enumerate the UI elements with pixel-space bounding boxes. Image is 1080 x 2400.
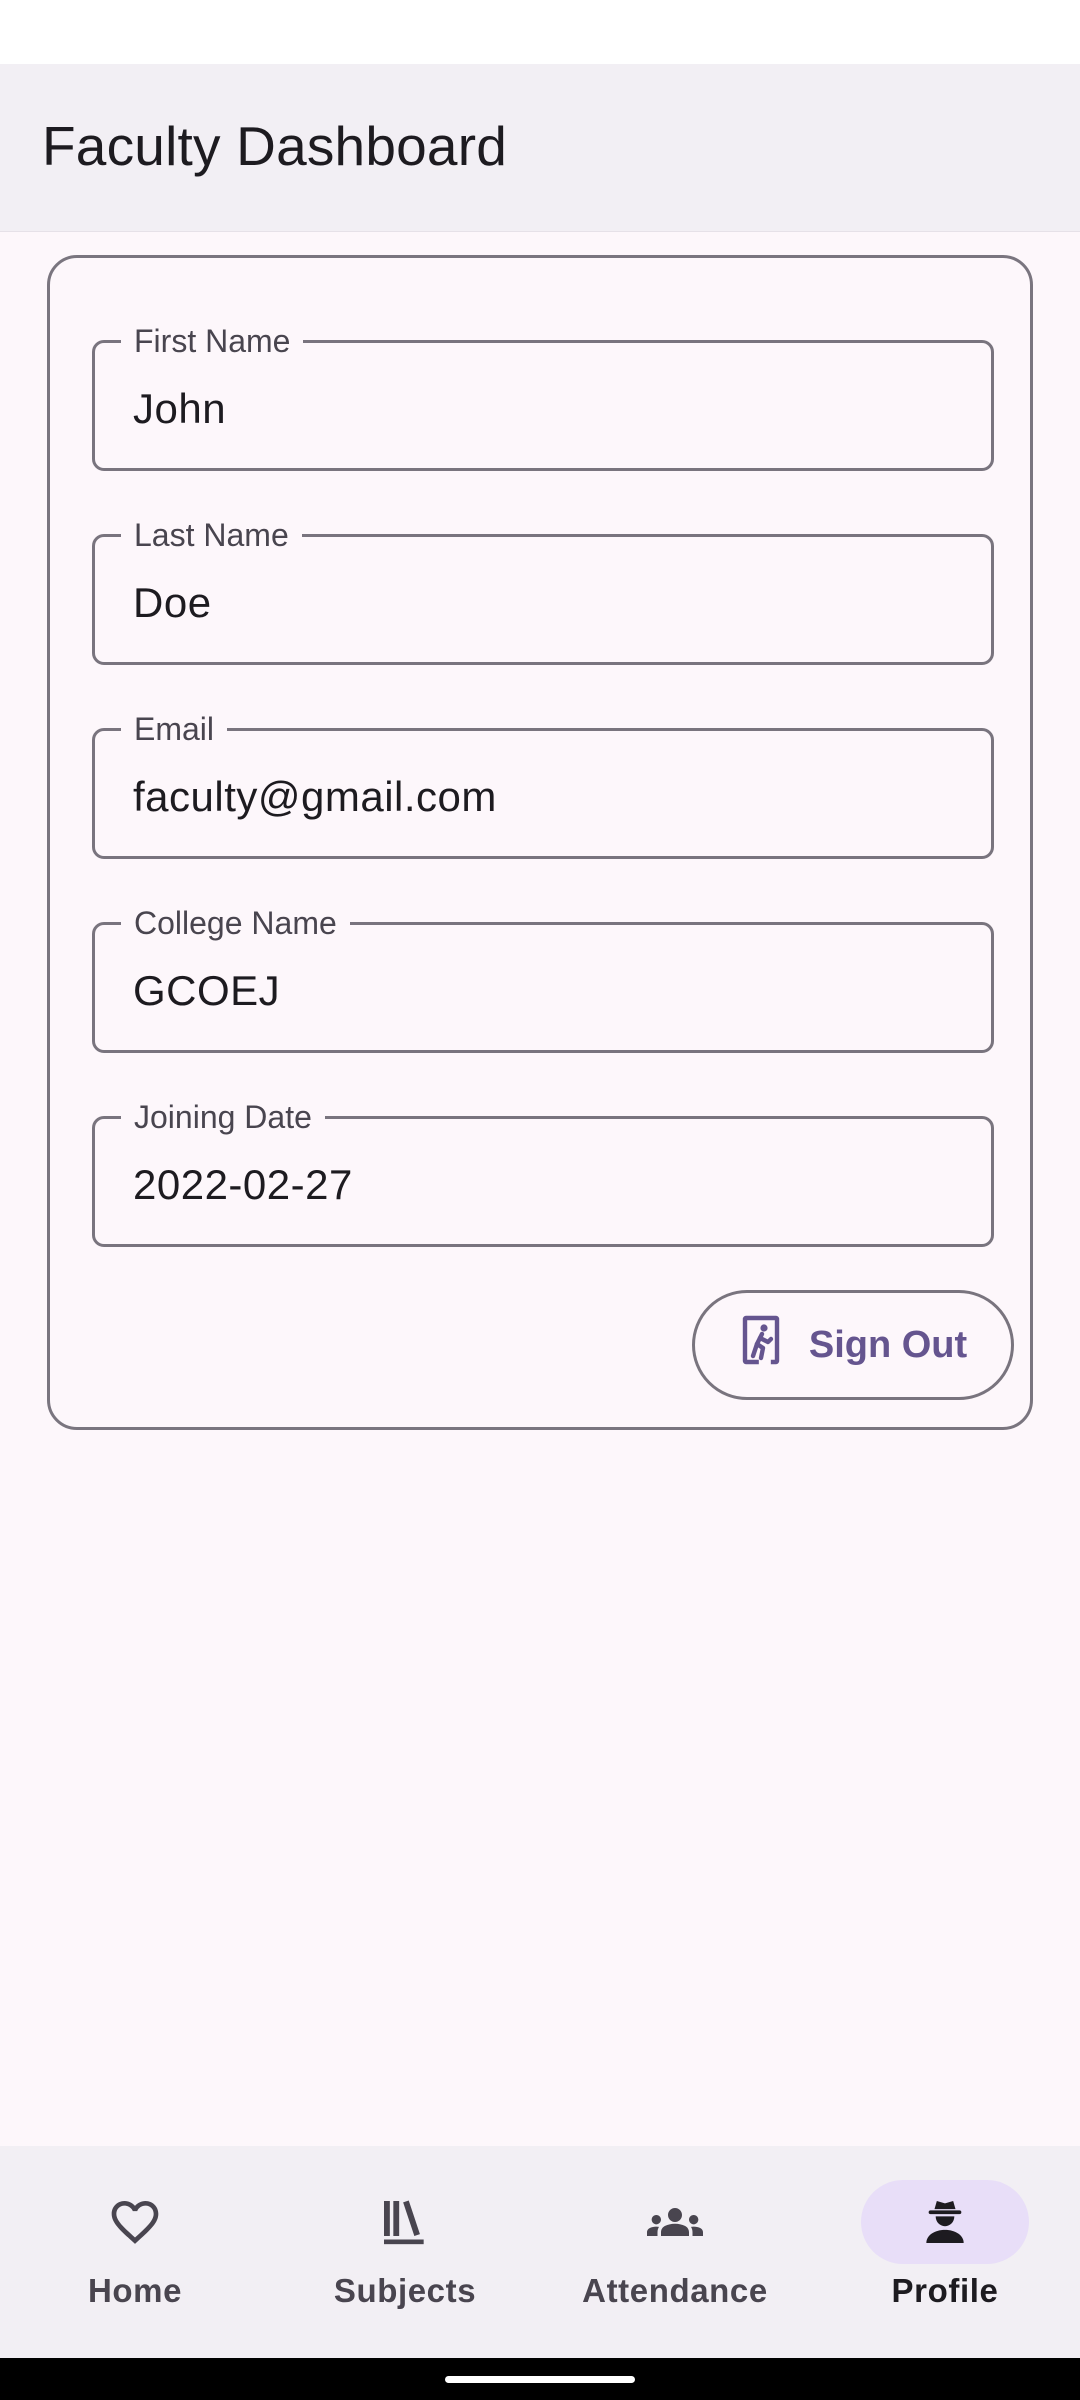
group-icon — [647, 2208, 703, 2236]
joining-date-label: Joining Date — [121, 1097, 325, 1137]
nav-indicator-active — [861, 2180, 1029, 2264]
nav-label-attendance: Attendance — [582, 2272, 768, 2309]
page-title: Faculty Dashboard — [42, 115, 508, 177]
detective-icon — [926, 2201, 964, 2243]
sign-out-label: Sign Out — [808, 1323, 968, 1366]
nav-indicator — [591, 2180, 759, 2264]
nav-item-profile[interactable]: Profile — [810, 2146, 1080, 2358]
books-icon — [384, 2200, 424, 2245]
home-gesture-handle[interactable] — [445, 2376, 635, 2383]
nav-indicator — [321, 2180, 489, 2264]
status-bar — [0, 0, 1080, 64]
nav-indicator — [51, 2180, 219, 2264]
system-gesture-bar — [0, 2358, 1080, 2400]
nav-item-attendance[interactable]: Attendance — [540, 2146, 810, 2358]
college-name-field[interactable]: College Name GCOEJ — [92, 903, 994, 1053]
exit-icon — [739, 1314, 783, 1376]
app-bar: Faculty Dashboard — [0, 64, 1080, 232]
joining-date-field[interactable]: Joining Date 2022-02-27 — [92, 1097, 994, 1247]
first-name-label: First Name — [121, 321, 304, 361]
first-name-field[interactable]: First Name John — [92, 321, 994, 471]
last-name-value: Doe — [133, 579, 212, 626]
nav-item-home[interactable]: Home — [0, 2146, 270, 2358]
heart-icon — [111, 2201, 159, 2244]
email-label: Email — [121, 709, 228, 749]
last-name-field[interactable]: Last Name Doe — [92, 515, 994, 665]
nav-item-subjects[interactable]: Subjects — [270, 2146, 540, 2358]
nav-label-subjects: Subjects — [333, 2272, 477, 2309]
joining-date-value: 2022-02-27 — [133, 1161, 353, 1208]
sign-out-button[interactable]: Sign Out — [692, 1290, 1014, 1400]
nav-label-home: Home — [87, 2272, 183, 2309]
profile-card: First Name John Last Name Doe Email facu… — [47, 255, 1033, 1430]
college-name-label: College Name — [121, 903, 350, 943]
first-name-value: John — [133, 385, 227, 432]
last-name-label: Last Name — [121, 515, 302, 555]
bottom-navigation: Home Subjects Attendance Profile — [0, 2146, 1080, 2358]
college-name-value: GCOEJ — [133, 967, 281, 1014]
email-field[interactable]: Email faculty@gmail.com — [92, 709, 994, 859]
nav-label-profile: Profile — [891, 2272, 999, 2309]
email-value: faculty@gmail.com — [133, 773, 497, 820]
